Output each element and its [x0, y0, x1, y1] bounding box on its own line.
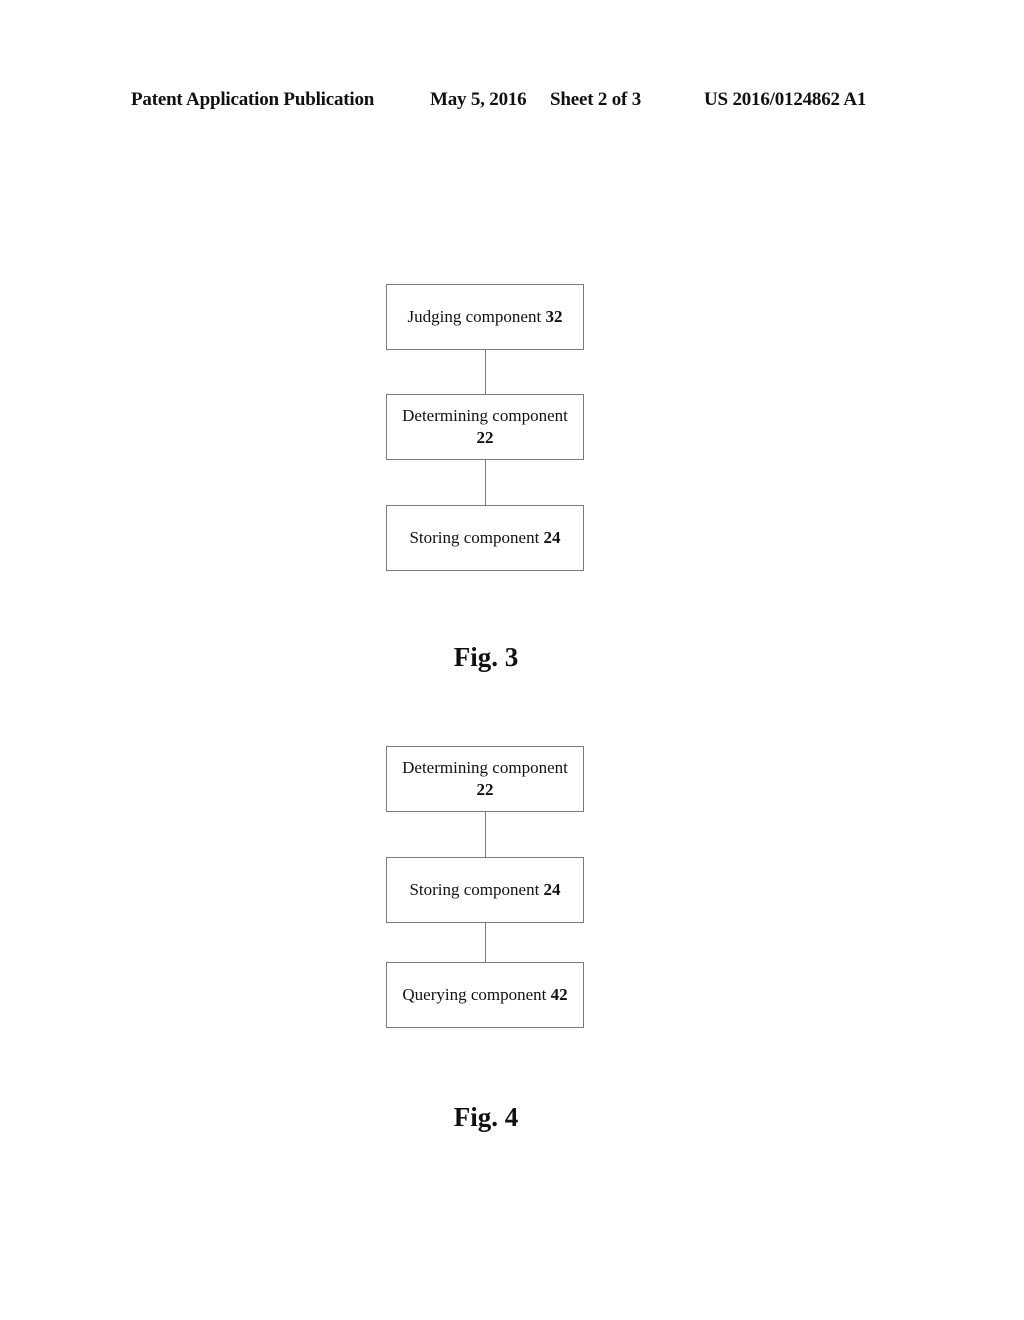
box-ref-number: 22: [476, 428, 494, 447]
determining-component-box: Determining component 22: [386, 394, 584, 460]
storing-component-box: Storing component 24: [386, 505, 584, 571]
box-label: Judging component: [407, 307, 542, 326]
sheet-number: Sheet 2 of 3: [550, 89, 642, 110]
box-label: Determining component: [402, 406, 568, 425]
publication-date: May 5, 2016: [430, 89, 527, 110]
box-label: Storing component: [409, 880, 540, 899]
figure-label: Fig. 4: [453, 1102, 519, 1132]
box-ref-number: 24: [543, 528, 561, 547]
figure-label: Fig. 3: [453, 642, 519, 672]
connector-line: [485, 350, 486, 395]
connector-line: [485, 812, 486, 858]
patent-number: US 2016/0124862 A1: [704, 89, 867, 110]
box-label: Storing component: [409, 528, 540, 547]
judging-component-box: Judging component 32: [386, 284, 584, 350]
box-label: Querying component: [402, 985, 547, 1004]
box-label: Determining component: [402, 758, 568, 777]
storing-component-box: Storing component 24: [386, 857, 584, 923]
box-ref-number: 42: [550, 985, 568, 1004]
publication-label: Patent Application Publication: [131, 89, 375, 110]
box-ref-number: 32: [545, 307, 563, 326]
querying-component-box: Querying component 42: [386, 962, 584, 1028]
connector-line: [485, 460, 486, 505]
connector-line: [485, 923, 486, 963]
box-ref-number: 22: [476, 780, 494, 799]
determining-component-box: Determining component 22: [386, 746, 584, 812]
box-ref-number: 24: [543, 880, 561, 899]
